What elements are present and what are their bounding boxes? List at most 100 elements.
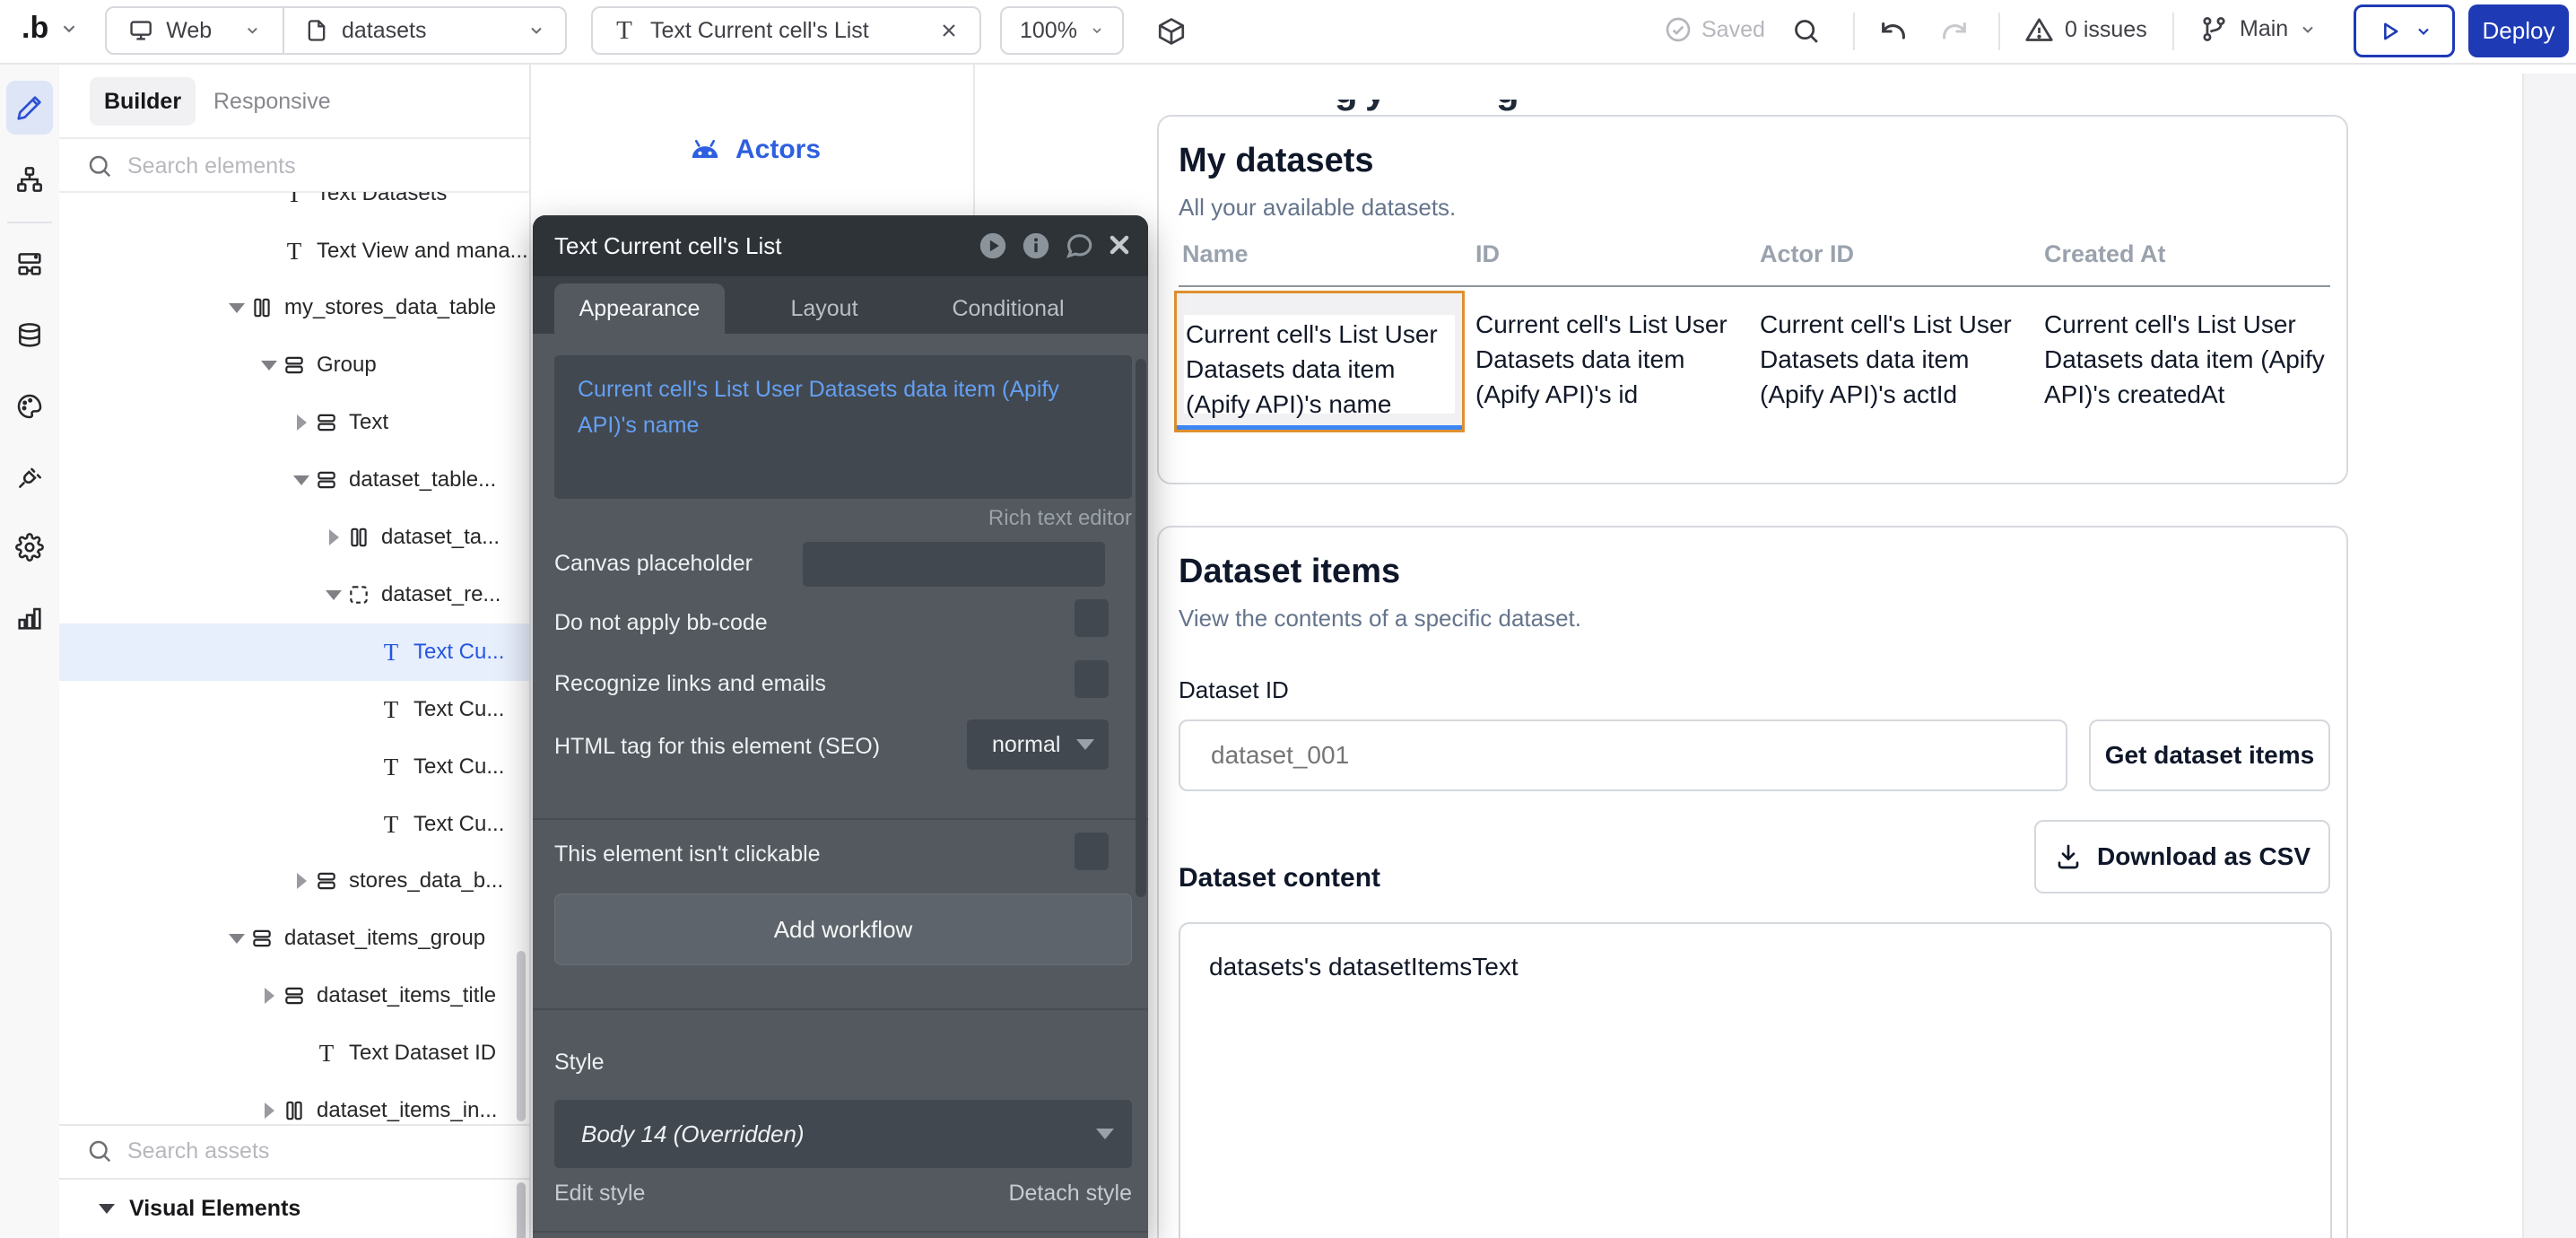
tab-responsive[interactable]: Responsive <box>213 77 331 126</box>
tab-appearance[interactable]: Appearance <box>554 283 725 334</box>
design-pencil-icon[interactable] <box>15 93 44 122</box>
chevron-down-icon <box>1090 22 1104 39</box>
deploy-button[interactable]: Deploy <box>2468 4 2569 57</box>
tree-item[interactable]: TText Dataset ID <box>59 1024 529 1082</box>
tree-item[interactable]: dataset_items_in... <box>59 1082 529 1124</box>
column-header-actor-id: Actor ID <box>1760 240 1854 268</box>
bbcode-checkbox[interactable] <box>1075 599 1109 637</box>
cell-id[interactable]: Current cell's List User Datasets data i… <box>1475 307 1755 412</box>
preview-play-icon[interactable] <box>978 231 1008 261</box>
bubble-logo-menu[interactable]: .b <box>22 11 79 46</box>
tab-builder[interactable]: Builder <box>90 77 196 126</box>
tree-item[interactable]: Group <box>59 336 529 394</box>
style-dropdown[interactable]: Body 14 (Overridden) <box>554 1100 1132 1168</box>
close-icon[interactable] <box>938 20 960 41</box>
caret-down-icon[interactable] <box>256 361 283 371</box>
tree-item[interactable]: TText Cu... <box>59 796 529 853</box>
caret-down-icon[interactable] <box>320 590 347 600</box>
tree-item-selected[interactable]: TText Cu... <box>59 623 529 681</box>
download-csv-button[interactable]: Download as CSV <box>2034 820 2330 894</box>
tree-item[interactable]: Text <box>59 394 529 451</box>
components-button[interactable] <box>1155 15 1188 48</box>
canvas-placeholder-input[interactable] <box>803 542 1105 587</box>
detach-style-link[interactable]: Detach style <box>1008 1181 1132 1207</box>
html-tag-dropdown[interactable]: normal <box>967 719 1109 770</box>
left-icon-rail <box>0 63 61 1238</box>
caret-right-icon[interactable] <box>256 988 283 1004</box>
tab-conditional[interactable]: Conditional <box>918 283 1098 334</box>
tree-item[interactable]: dataset_table... <box>59 451 529 509</box>
caret-right-icon[interactable] <box>288 873 315 889</box>
tree-item[interactable]: dataset_re... <box>59 566 529 623</box>
tree-item[interactable]: TText View and mana... <box>59 222 529 280</box>
visual-elements-section[interactable]: Visual Elements <box>59 1178 529 1238</box>
search-assets-input[interactable] <box>126 1138 425 1165</box>
caret-right-icon[interactable] <box>288 414 315 431</box>
not-clickable-checkbox[interactable] <box>1075 833 1109 870</box>
get-dataset-items-button[interactable]: Get dataset items <box>2089 719 2330 791</box>
caret-down-icon <box>99 1204 115 1214</box>
cell-actor-id: Current cell's List User Datasets data i… <box>1760 307 2020 412</box>
edit-style-link[interactable]: Edit style <box>554 1181 645 1207</box>
logs-chart-icon[interactable] <box>15 604 44 632</box>
caret-down-icon[interactable] <box>288 475 315 485</box>
get-dataset-items-label: Get dataset items <box>2105 741 2314 770</box>
add-workflow-button[interactable]: Add workflow <box>554 894 1132 965</box>
preview-button[interactable] <box>2354 4 2455 57</box>
search-button[interactable] <box>1791 16 1821 46</box>
style-value: Body 14 (Overridden) <box>581 1120 805 1148</box>
components-panel-icon[interactable] <box>15 249 44 278</box>
caret-down-icon[interactable] <box>223 934 250 944</box>
tree-item[interactable]: TText Datasets <box>59 192 529 222</box>
workflow-sitemap-icon[interactable] <box>15 165 44 194</box>
tree-item[interactable]: stores_data_b... <box>59 852 529 910</box>
database-icon[interactable] <box>15 321 44 350</box>
tree-item[interactable]: TText Cu... <box>59 738 529 796</box>
platform-selector[interactable]: Web <box>107 8 283 53</box>
inspector-header[interactable]: Text Current cell's List <box>533 215 1148 276</box>
tree-item[interactable]: TText Cu... <box>59 681 529 738</box>
search-elements-input[interactable] <box>126 153 425 180</box>
cell-created-at[interactable]: Current cell's List User Datasets data i… <box>2044 307 2340 412</box>
assets-scrollbar[interactable] <box>517 1182 526 1238</box>
inspector-scrollbar[interactable] <box>1136 359 1146 897</box>
tab-layout[interactable]: Layout <box>757 283 892 334</box>
settings-gear-icon[interactable] <box>15 533 44 562</box>
tree-item[interactable]: dataset_items_group <box>59 910 529 967</box>
top-toolbar: .b Web datasets T Text Current cell's Li… <box>0 0 2576 65</box>
monitor-icon <box>128 17 153 44</box>
styles-palette-icon[interactable] <box>15 392 44 421</box>
content-expression-box[interactable]: Current cell's List User Datasets data i… <box>554 355 1132 499</box>
property-inspector: Text Current cell's List Appearance Layo… <box>533 215 1148 1238</box>
search-icon <box>86 153 113 179</box>
dataset-id-input[interactable] <box>1209 740 2020 771</box>
undo-button[interactable] <box>1878 16 1909 47</box>
page-selector[interactable]: datasets <box>284 8 565 53</box>
plugins-plug-icon[interactable] <box>15 463 44 492</box>
zoom-control[interactable]: 100% <box>1000 6 1124 55</box>
canvas-right-gutter[interactable] <box>2522 74 2576 1238</box>
info-icon[interactable] <box>1021 231 1051 261</box>
tree-scrollbar[interactable] <box>517 951 526 1121</box>
caret-down-icon[interactable] <box>223 303 250 313</box>
redo-button[interactable] <box>1939 16 1970 47</box>
tree-item[interactable]: dataset_ta... <box>59 509 529 566</box>
recognize-links-label: Recognize links and emails <box>554 671 826 697</box>
canvas-nav-actors[interactable]: Actors <box>689 135 821 165</box>
caret-right-icon[interactable] <box>256 1103 283 1119</box>
dataset-items-title: Dataset items <box>1179 553 1400 591</box>
open-element-tab[interactable]: T Text Current cell's List <box>591 6 981 55</box>
rich-text-editor-link[interactable]: Rich text editor <box>988 506 1132 531</box>
branch-selector[interactable]: Main <box>2199 14 2317 44</box>
issues-button[interactable]: 0 issues <box>2024 15 2147 45</box>
html-tag-value: normal <box>992 732 1060 758</box>
recognize-links-checkbox[interactable] <box>1075 660 1109 698</box>
column-header-name: Name <box>1182 240 1249 268</box>
comment-icon[interactable] <box>1064 231 1094 261</box>
tree-item[interactable]: dataset_items_title <box>59 967 529 1024</box>
caret-right-icon[interactable] <box>320 529 347 545</box>
dataset-items-subtitle: View the contents of a specific dataset. <box>1179 605 1581 632</box>
selected-text-element[interactable]: Current cell's List User Datasets data i… <box>1174 291 1465 432</box>
close-icon[interactable] <box>1105 231 1136 261</box>
tree-item[interactable]: my_stores_data_table <box>59 279 529 336</box>
